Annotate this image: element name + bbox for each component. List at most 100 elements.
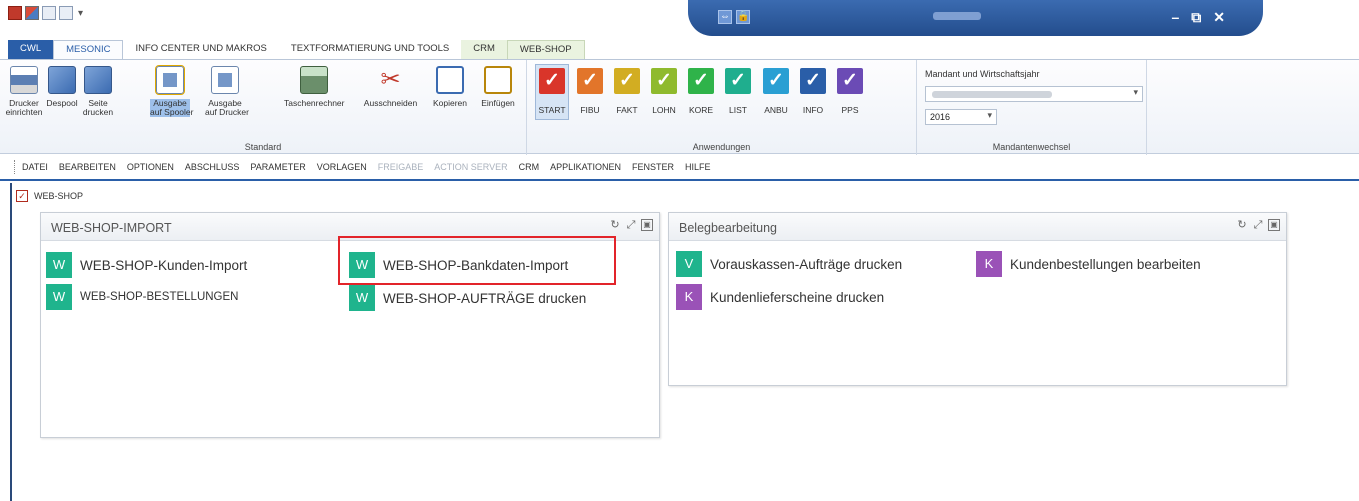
tab-crm[interactable]: CRM <box>461 40 507 59</box>
menu-parameter[interactable]: PARAMETER <box>250 162 305 172</box>
kore-check-icon: ✓ <box>688 68 714 94</box>
app-fibu-button[interactable]: ✓ FIBU <box>573 68 607 115</box>
tile-kunden-import[interactable]: W WEB-SHOP-Kunden-Import <box>46 252 247 278</box>
menu-bearbeiten[interactable]: BEARBEITEN <box>59 162 116 172</box>
print-icon[interactable] <box>59 6 73 20</box>
group-label-anwendungen: Anwendungen <box>692 142 751 152</box>
taschenrechner-button[interactable]: Taschenrechner <box>284 66 344 108</box>
ausgabe-auf-drucker-button[interactable]: Ausgabe auf Drucker <box>205 66 249 117</box>
app-logo-icon[interactable] <box>8 6 22 20</box>
document-tab-web-shop[interactable]: ✓ WEB-SHOP <box>16 190 83 202</box>
despool-button[interactable]: Despool <box>42 66 82 108</box>
ribbon-tabs: CWL MESONIC INFO CENTER UND MAKROS TEXTF… <box>8 40 585 59</box>
tile-badge: K <box>676 284 702 310</box>
app-pps-button[interactable]: ✓ PPS <box>833 68 867 115</box>
window-title-redacted <box>933 12 981 20</box>
expand-icon[interactable]: ⤢ <box>1252 219 1264 231</box>
app-list-button[interactable]: ✓ LIST <box>721 68 755 115</box>
tab-mesonic[interactable]: MESONIC <box>53 40 124 59</box>
menu-action-server: ACTION SERVER <box>434 162 508 172</box>
expand-icon[interactable]: ⤢ <box>625 219 637 231</box>
app-lohn-button[interactable]: ✓ LOHN <box>647 68 681 115</box>
menu-crm[interactable]: CRM <box>519 162 540 172</box>
highlight-box <box>338 236 616 285</box>
menu-fenster[interactable]: FENSTER <box>632 162 674 172</box>
tools-icon[interactable] <box>25 6 39 20</box>
mandant-name-redacted <box>932 91 1052 98</box>
tab-web-shop[interactable]: WEB-SHOP <box>506 40 585 59</box>
tile-badge: W <box>46 252 72 278</box>
menu-applikationen[interactable]: APPLIKATIONEN <box>550 162 621 172</box>
drucker-einrichten-button[interactable]: Drucker einrichten <box>4 66 44 117</box>
ausgabe-auf-spooler-button[interactable]: Ausgabe auf Spooler <box>150 65 193 117</box>
spooler-output-icon <box>155 65 185 95</box>
menu-abschluss[interactable]: ABSCHLUSS <box>185 162 240 172</box>
pin-icon[interactable]: ⇔ <box>718 10 732 24</box>
menu-bar: DATEI BEARBEITEN OPTIONEN ABSCHLUSS PARA… <box>0 155 1359 181</box>
app-window: ▾ ⇔ 🔒 – ⧉ ✕ CWL MESONIC INFO CENTER UND … <box>0 0 1359 501</box>
tile-label: Vorauskassen-Aufträge drucken <box>710 256 903 272</box>
refresh-icon[interactable]: ↻ <box>609 219 621 231</box>
paste-icon <box>484 66 512 94</box>
tile-label: Kundenbestellungen bearbeiten <box>1010 256 1201 272</box>
toolbar-grip[interactable] <box>14 160 16 174</box>
spool-icon[interactable] <box>42 6 56 20</box>
menu-freigabe: FREIGABE <box>377 162 424 172</box>
menu-vorlagen[interactable]: VORLAGEN <box>317 162 367 172</box>
menu-optionen[interactable]: OPTIONEN <box>127 162 174 172</box>
einfuegen-button[interactable]: Einfügen <box>478 66 518 108</box>
tab-info-center[interactable]: INFO CENTER UND MAKROS <box>123 40 278 59</box>
quick-access-toolbar: ▾ <box>8 6 83 20</box>
year-select[interactable]: 2016 ▾ <box>925 109 997 125</box>
refresh-icon[interactable]: ↻ <box>1236 219 1248 231</box>
menu-datei[interactable]: DATEI <box>22 162 48 172</box>
tile-badge: V <box>676 251 702 277</box>
tile-label: WEB-SHOP-BESTELLUNGEN <box>80 291 239 303</box>
seite-drucken-button[interactable]: Seite drucken <box>78 66 118 117</box>
ribbon-group-mandant: Mandant und Wirtschaftsjahr ▾ 2016 ▾ Man… <box>917 60 1147 155</box>
app-anbu-button[interactable]: ✓ ANBU <box>759 68 793 115</box>
ribbon-group-standard: Drucker einrichten Despool Seite drucken A… <box>0 60 527 155</box>
minimize-icon[interactable]: – <box>1171 9 1179 26</box>
despool-icon <box>48 66 76 94</box>
pps-check-icon: ✓ <box>837 68 863 94</box>
menu-hilfe[interactable]: HILFE <box>685 162 711 172</box>
chevron-down-icon: ▾ <box>1133 87 1138 97</box>
fibu-check-icon: ✓ <box>577 68 603 94</box>
app-kore-button[interactable]: ✓ KORE <box>684 68 718 115</box>
mandant-select[interactable]: ▾ <box>925 86 1143 102</box>
tile-vorauskassen[interactable]: V Vorauskassen-Aufträge drucken <box>676 251 902 277</box>
tile-badge: W <box>349 285 375 311</box>
tile-kundenbestellungen[interactable]: K Kundenbestellungen bearbeiten <box>976 251 1201 277</box>
group-label-mandantenwechsel: Mandantenwechsel <box>992 142 1071 152</box>
lohn-check-icon: ✓ <box>651 68 677 94</box>
calculator-icon <box>300 66 328 94</box>
maximize-icon[interactable]: ⧉ <box>1191 9 1201 26</box>
kopieren-button[interactable]: Kopieren <box>430 66 470 108</box>
list-check-icon: ✓ <box>725 68 751 94</box>
maximize-panel-icon[interactable]: ▣ <box>1268 219 1280 231</box>
printer-icon <box>10 66 38 94</box>
info-check-icon: ✓ <box>800 68 826 94</box>
tile-kundenlieferscheine[interactable]: K Kundenlieferscheine drucken <box>676 284 884 310</box>
tile-label: WEB-SHOP-Kunden-Import <box>80 257 248 273</box>
ribbon: Drucker einrichten Despool Seite drucken A… <box>0 59 1359 155</box>
anbu-check-icon: ✓ <box>763 68 789 94</box>
app-fakt-button[interactable]: ✓ FAKT <box>610 68 644 115</box>
fakt-check-icon: ✓ <box>614 68 640 94</box>
start-check-icon: ✓ <box>539 68 565 94</box>
ausschneiden-button[interactable]: ✂ Ausschneiden <box>363 66 418 108</box>
customize-dropdown-icon[interactable]: ▾ <box>78 8 83 19</box>
panel-title: Belegbearbeitung <box>679 221 777 235</box>
app-start-button[interactable]: ✓ START <box>535 64 569 120</box>
close-icon[interactable]: ✕ <box>1213 9 1225 26</box>
tab-cwl[interactable]: CWL <box>8 40 54 59</box>
app-info-button[interactable]: ✓ INFO <box>796 68 830 115</box>
maximize-panel-icon[interactable]: ▣ <box>641 219 653 231</box>
lock-icon[interactable]: 🔒 <box>736 10 750 24</box>
ribbon-group-anwendungen: ✓ START ✓ FIBU ✓ FAKT ✓ LOHN ✓ KORE ✓ LI… <box>527 60 917 155</box>
document-icon: ✓ <box>16 190 28 202</box>
tab-textformatierung[interactable]: TEXTFORMATIERUNG UND TOOLS <box>279 40 461 59</box>
tile-auftraege-drucken[interactable]: W WEB-SHOP-AUFTRÄGE drucken <box>349 285 586 311</box>
tile-bestellungen[interactable]: W WEB-SHOP-BESTELLUNGEN <box>46 284 238 310</box>
